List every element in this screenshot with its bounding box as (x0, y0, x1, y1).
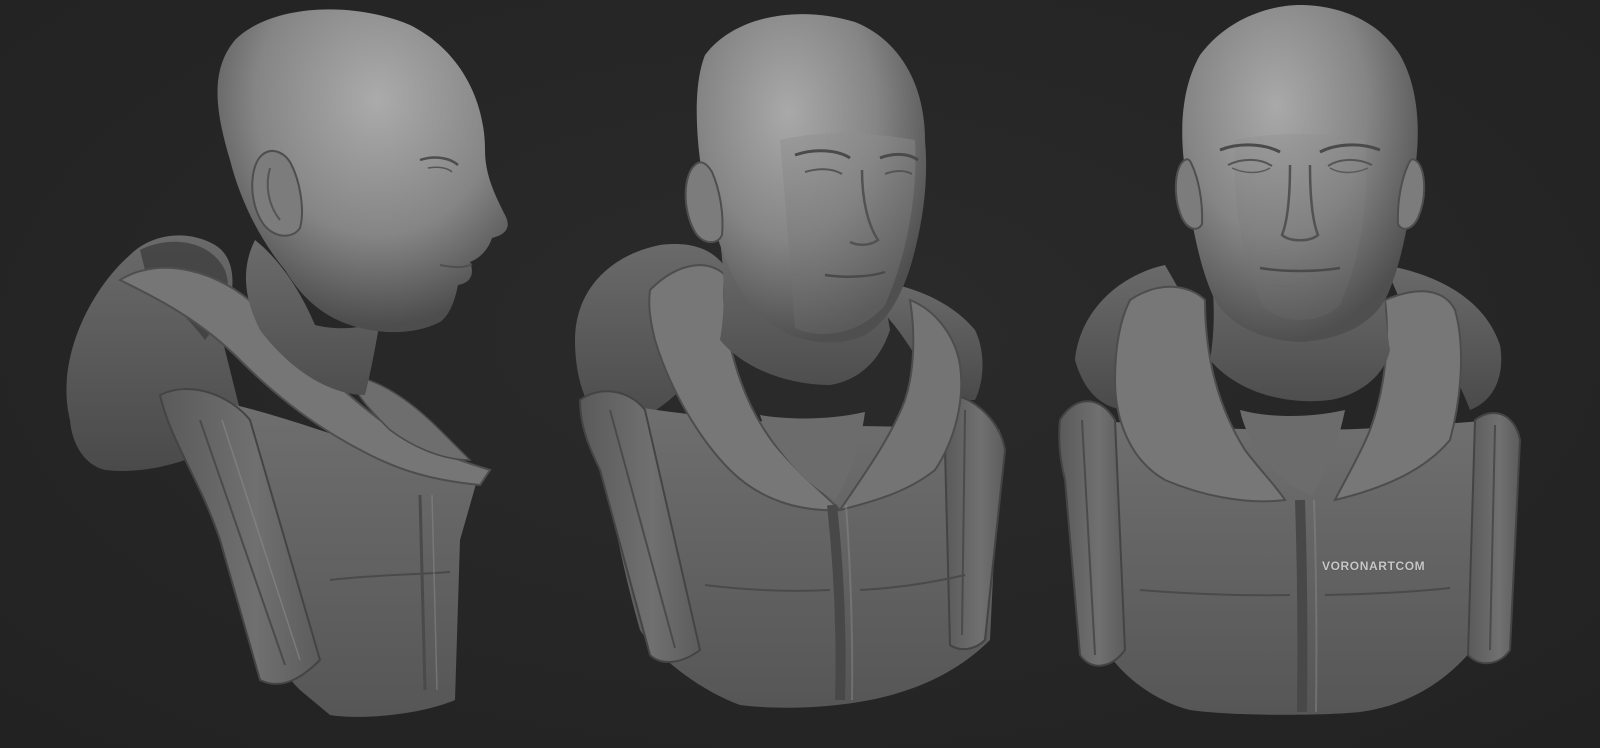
bust-front-view (1058, 5, 1522, 715)
shoulder-panel-left (1058, 400, 1127, 667)
bust-three-quarter-view (575, 14, 1007, 708)
watermark-text: VORONARTCOM (1322, 559, 1426, 573)
bust-renders (66, 5, 1522, 717)
shoulder-panel-right (943, 393, 1007, 651)
zipper-placket (1295, 499, 1308, 713)
sculpt-render-canvas: VORONARTCOM (0, 0, 1600, 748)
bust-profile-view (66, 9, 508, 717)
